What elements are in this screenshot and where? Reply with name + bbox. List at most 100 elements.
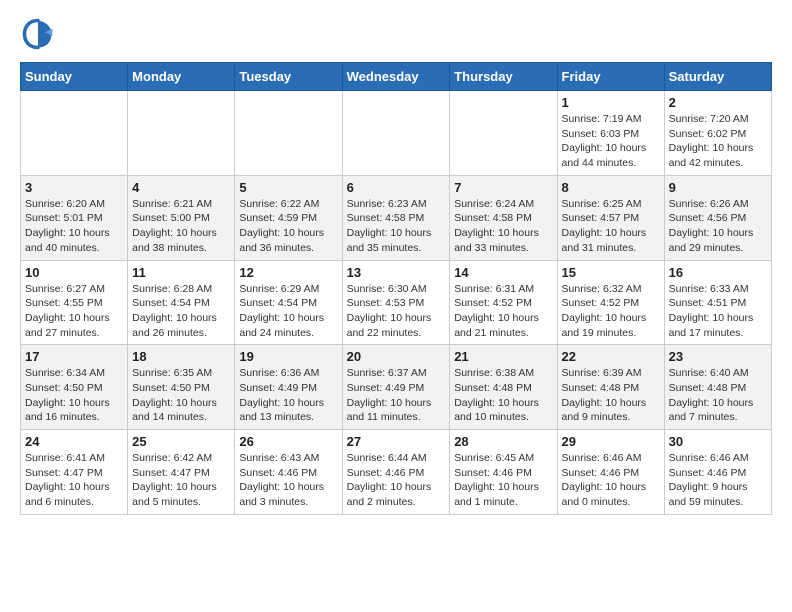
day-number: 9 <box>669 180 767 195</box>
day-info: Sunrise: 6:41 AM Sunset: 4:47 PM Dayligh… <box>25 451 123 510</box>
calendar-cell <box>235 91 342 176</box>
calendar-cell: 23 Sunrise: 6:40 AM Sunset: 4:48 PM Dayli… <box>664 345 771 430</box>
calendar-week-row: 24 Sunrise: 6:41 AM Sunset: 4:47 PM Dayli… <box>21 430 772 515</box>
calendar-cell: 24 Sunrise: 6:41 AM Sunset: 4:47 PM Dayli… <box>21 430 128 515</box>
calendar-header-tuesday: Tuesday <box>235 63 342 91</box>
day-number: 12 <box>239 265 337 280</box>
day-info: Sunrise: 6:35 AM Sunset: 4:50 PM Dayligh… <box>132 366 230 425</box>
calendar-cell: 14 Sunrise: 6:31 AM Sunset: 4:52 PM Dayli… <box>450 260 557 345</box>
day-info: Sunrise: 6:43 AM Sunset: 4:46 PM Dayligh… <box>239 451 337 510</box>
day-info: Sunrise: 6:31 AM Sunset: 4:52 PM Dayligh… <box>454 282 552 341</box>
day-number: 15 <box>562 265 660 280</box>
day-info: Sunrise: 6:40 AM Sunset: 4:48 PM Dayligh… <box>669 366 767 425</box>
day-info: Sunrise: 6:34 AM Sunset: 4:50 PM Dayligh… <box>25 366 123 425</box>
day-number: 30 <box>669 434 767 449</box>
calendar-cell <box>342 91 450 176</box>
calendar-header-monday: Monday <box>128 63 235 91</box>
day-info: Sunrise: 6:45 AM Sunset: 4:46 PM Dayligh… <box>454 451 552 510</box>
day-number: 4 <box>132 180 230 195</box>
day-number: 27 <box>347 434 446 449</box>
day-info: Sunrise: 6:20 AM Sunset: 5:01 PM Dayligh… <box>25 197 123 256</box>
day-number: 16 <box>669 265 767 280</box>
calendar-cell: 2Sunrise: 7:20 AM Sunset: 6:02 PM Daylig… <box>664 91 771 176</box>
calendar-header-saturday: Saturday <box>664 63 771 91</box>
day-number: 1 <box>562 95 660 110</box>
logo <box>20 16 62 52</box>
day-number: 22 <box>562 349 660 364</box>
calendar-header-row: SundayMondayTuesdayWednesdayThursdayFrid… <box>21 63 772 91</box>
day-info: Sunrise: 6:28 AM Sunset: 4:54 PM Dayligh… <box>132 282 230 341</box>
day-info: Sunrise: 7:20 AM Sunset: 6:02 PM Dayligh… <box>669 112 767 171</box>
day-number: 18 <box>132 349 230 364</box>
header <box>20 16 772 52</box>
day-info: Sunrise: 6:26 AM Sunset: 4:56 PM Dayligh… <box>669 197 767 256</box>
calendar-week-row: 10 Sunrise: 6:27 AM Sunset: 4:55 PM Dayli… <box>21 260 772 345</box>
day-number: 20 <box>347 349 446 364</box>
calendar-cell: 26 Sunrise: 6:43 AM Sunset: 4:46 PM Dayli… <box>235 430 342 515</box>
calendar-cell: 27 Sunrise: 6:44 AM Sunset: 4:46 PM Dayli… <box>342 430 450 515</box>
day-info: Sunrise: 6:23 AM Sunset: 4:58 PM Dayligh… <box>347 197 446 256</box>
day-info: Sunrise: 6:39 AM Sunset: 4:48 PM Dayligh… <box>562 366 660 425</box>
calendar-cell: 19 Sunrise: 6:36 AM Sunset: 4:49 PM Dayli… <box>235 345 342 430</box>
calendar-header-thursday: Thursday <box>450 63 557 91</box>
calendar-cell: 20Sunrise: 6:37 AM Sunset: 4:49 PM Dayli… <box>342 345 450 430</box>
calendar-cell: 30 Sunrise: 6:46 AM Sunset: 4:46 PM Dayli… <box>664 430 771 515</box>
calendar-cell: 22 Sunrise: 6:39 AM Sunset: 4:48 PM Dayli… <box>557 345 664 430</box>
day-info: Sunrise: 6:46 AM Sunset: 4:46 PM Dayligh… <box>562 451 660 510</box>
day-info: Sunrise: 6:44 AM Sunset: 4:46 PM Dayligh… <box>347 451 446 510</box>
day-info: Sunrise: 7:19 AM Sunset: 6:03 PM Dayligh… <box>562 112 660 171</box>
day-number: 11 <box>132 265 230 280</box>
calendar-header-wednesday: Wednesday <box>342 63 450 91</box>
day-number: 8 <box>562 180 660 195</box>
calendar-cell <box>128 91 235 176</box>
day-number: 26 <box>239 434 337 449</box>
calendar-cell: 3 Sunrise: 6:20 AM Sunset: 5:01 PM Daylig… <box>21 175 128 260</box>
calendar-cell: 11 Sunrise: 6:28 AM Sunset: 4:54 PM Dayli… <box>128 260 235 345</box>
day-info: Sunrise: 6:27 AM Sunset: 4:55 PM Dayligh… <box>25 282 123 341</box>
day-number: 17 <box>25 349 123 364</box>
day-number: 24 <box>25 434 123 449</box>
day-info: Sunrise: 6:38 AM Sunset: 4:48 PM Dayligh… <box>454 366 552 425</box>
day-info: Sunrise: 6:42 AM Sunset: 4:47 PM Dayligh… <box>132 451 230 510</box>
day-number: 23 <box>669 349 767 364</box>
day-number: 28 <box>454 434 552 449</box>
day-number: 21 <box>454 349 552 364</box>
calendar-header-sunday: Sunday <box>21 63 128 91</box>
day-info: Sunrise: 6:46 AM Sunset: 4:46 PM Dayligh… <box>669 451 767 510</box>
day-number: 3 <box>25 180 123 195</box>
calendar-cell: 17 Sunrise: 6:34 AM Sunset: 4:50 PM Dayli… <box>21 345 128 430</box>
calendar-cell: 10 Sunrise: 6:27 AM Sunset: 4:55 PM Dayli… <box>21 260 128 345</box>
logo-icon <box>20 16 56 52</box>
day-number: 29 <box>562 434 660 449</box>
day-info: Sunrise: 6:32 AM Sunset: 4:52 PM Dayligh… <box>562 282 660 341</box>
day-info: Sunrise: 6:21 AM Sunset: 5:00 PM Dayligh… <box>132 197 230 256</box>
calendar-cell: 6Sunrise: 6:23 AM Sunset: 4:58 PM Daylig… <box>342 175 450 260</box>
day-number: 10 <box>25 265 123 280</box>
calendar-cell: 25 Sunrise: 6:42 AM Sunset: 4:47 PM Dayli… <box>128 430 235 515</box>
calendar-cell: 16 Sunrise: 6:33 AM Sunset: 4:51 PM Dayli… <box>664 260 771 345</box>
calendar: SundayMondayTuesdayWednesdayThursdayFrid… <box>20 62 772 515</box>
day-info: Sunrise: 6:25 AM Sunset: 4:57 PM Dayligh… <box>562 197 660 256</box>
calendar-week-row: 1 Sunrise: 7:19 AM Sunset: 6:03 PM Daylig… <box>21 91 772 176</box>
day-info: Sunrise: 6:30 AM Sunset: 4:53 PM Dayligh… <box>347 282 446 341</box>
day-info: Sunrise: 6:29 AM Sunset: 4:54 PM Dayligh… <box>239 282 337 341</box>
day-number: 13 <box>347 265 446 280</box>
calendar-cell <box>21 91 128 176</box>
day-info: Sunrise: 6:33 AM Sunset: 4:51 PM Dayligh… <box>669 282 767 341</box>
calendar-cell: 15 Sunrise: 6:32 AM Sunset: 4:52 PM Dayli… <box>557 260 664 345</box>
calendar-cell: 9 Sunrise: 6:26 AM Sunset: 4:56 PM Daylig… <box>664 175 771 260</box>
calendar-header-friday: Friday <box>557 63 664 91</box>
day-info: Sunrise: 6:36 AM Sunset: 4:49 PM Dayligh… <box>239 366 337 425</box>
calendar-week-row: 3 Sunrise: 6:20 AM Sunset: 5:01 PM Daylig… <box>21 175 772 260</box>
day-number: 14 <box>454 265 552 280</box>
calendar-week-row: 17 Sunrise: 6:34 AM Sunset: 4:50 PM Dayli… <box>21 345 772 430</box>
day-number: 25 <box>132 434 230 449</box>
day-number: 5 <box>239 180 337 195</box>
calendar-cell: 1 Sunrise: 7:19 AM Sunset: 6:03 PM Daylig… <box>557 91 664 176</box>
calendar-cell: 12 Sunrise: 6:29 AM Sunset: 4:54 PM Dayli… <box>235 260 342 345</box>
calendar-cell: 13 Sunrise: 6:30 AM Sunset: 4:53 PM Dayli… <box>342 260 450 345</box>
calendar-cell <box>450 91 557 176</box>
day-number: 19 <box>239 349 337 364</box>
day-info: Sunrise: 6:24 AM Sunset: 4:58 PM Dayligh… <box>454 197 552 256</box>
day-info: Sunrise: 6:22 AM Sunset: 4:59 PM Dayligh… <box>239 197 337 256</box>
